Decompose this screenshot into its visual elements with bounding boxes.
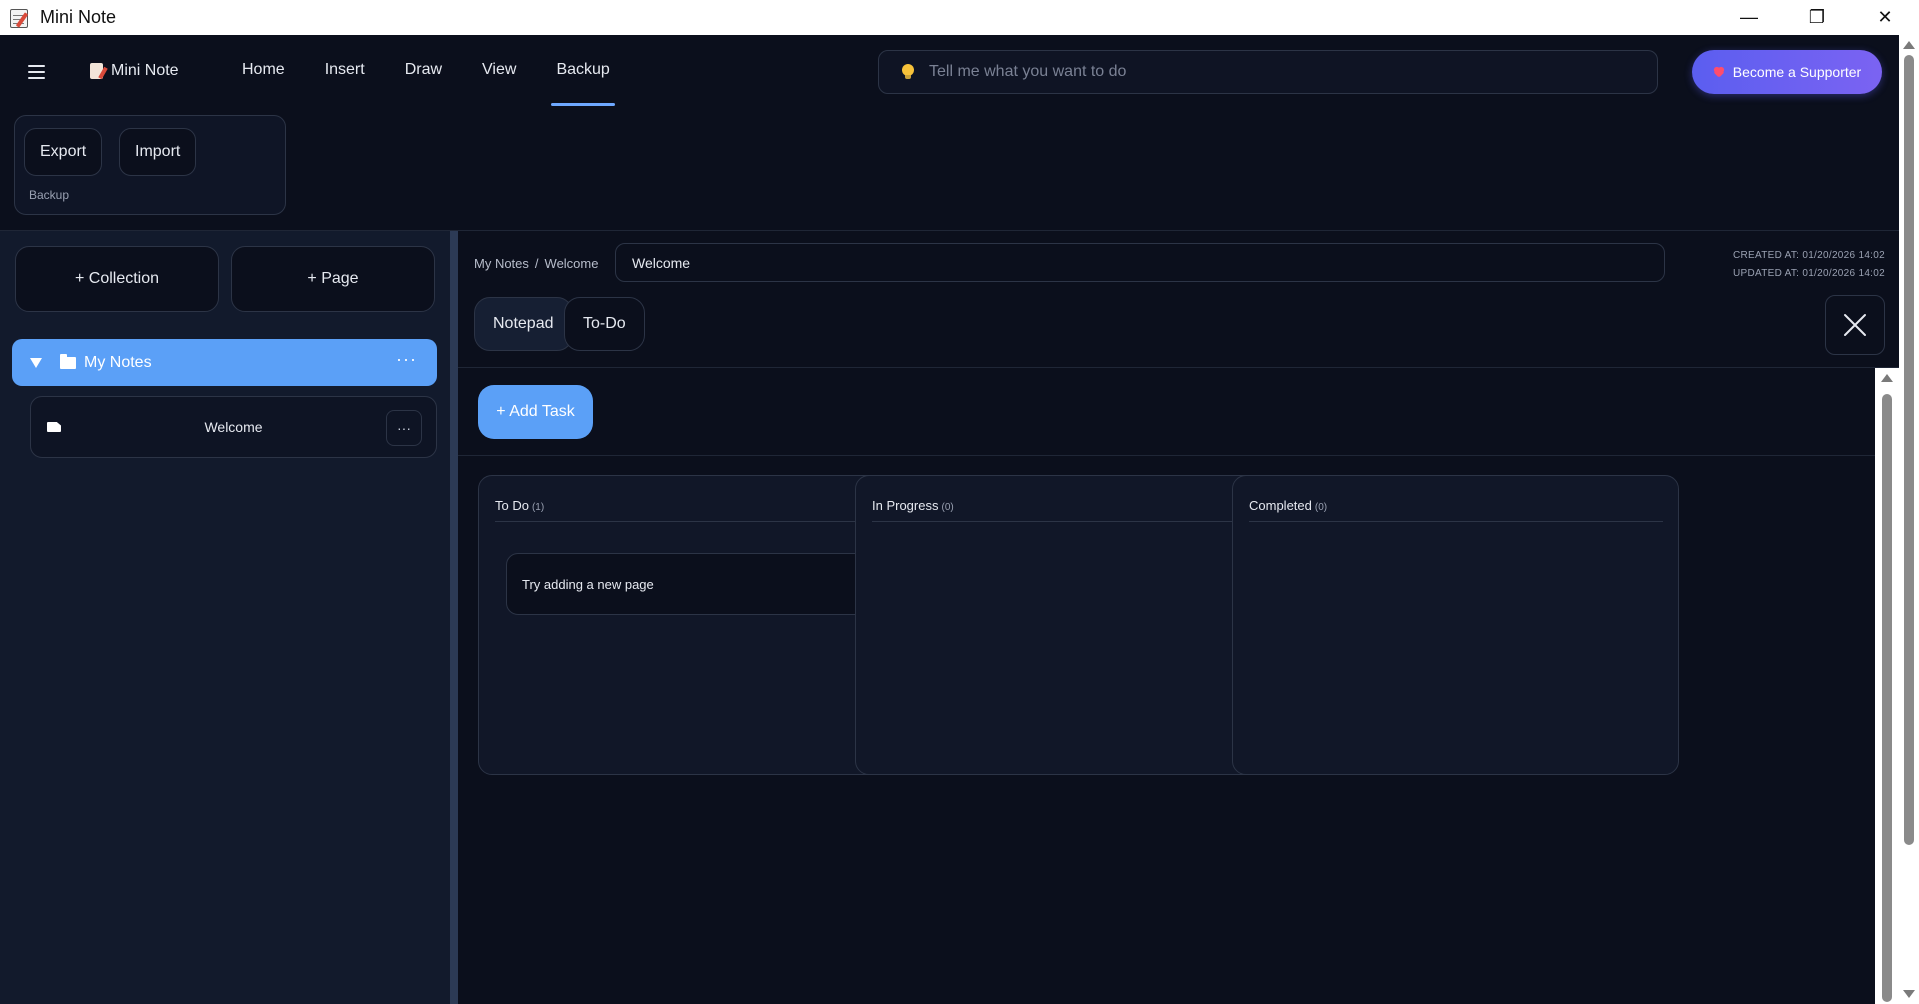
app-header: Mini Note Home Insert Draw View Backup B… <box>0 35 1899 115</box>
scroll-up-arrow-icon[interactable] <box>1903 41 1915 49</box>
tab-backup[interactable]: Backup <box>536 35 629 115</box>
tab-home[interactable]: Home <box>222 35 305 115</box>
supporter-label: Become a Supporter <box>1732 64 1862 80</box>
notepad-app-icon <box>8 6 32 30</box>
ribbon-tabs: Home Insert Draw View Backup <box>222 35 630 115</box>
add-page-button[interactable]: + Page <box>231 246 435 312</box>
column-title: In Progress <box>872 498 939 513</box>
sidebar-page-welcome[interactable]: Welcome ··· <box>30 396 437 458</box>
column-title: To Do <box>495 498 529 513</box>
folder-icon <box>60 353 76 369</box>
board-divider <box>458 455 1875 456</box>
page-label: Welcome <box>204 419 263 435</box>
sidebar: + Collection + Page My Notes ··· Welcome… <box>0 231 450 1004</box>
tab-todo[interactable]: To-Do <box>564 297 645 351</box>
tab-view[interactable]: View <box>462 35 536 115</box>
scrollbar-thumb[interactable] <box>1882 394 1892 1002</box>
task-card[interactable]: Try adding a new page <box>506 553 898 615</box>
sidebar-resize-handle[interactable] <box>450 231 458 1004</box>
collection-more-button[interactable]: ··· <box>396 349 417 370</box>
tab-notepad[interactable]: Notepad <box>474 297 573 351</box>
restore-button[interactable]: ❐ <box>1783 0 1851 35</box>
breadcrumb-separator: / <box>534 256 539 271</box>
content-scrollbar[interactable] <box>1875 368 1899 1004</box>
hamburger-menu-icon[interactable] <box>28 65 45 79</box>
become-supporter-button[interactable]: Become a Supporter <box>1692 50 1882 94</box>
brand: Mini Note <box>90 62 179 80</box>
lightbulb-icon <box>901 64 915 80</box>
column-count: (1) <box>531 502 545 513</box>
breadcrumb-page[interactable]: Welcome <box>545 256 599 271</box>
note-logo-icon <box>90 63 103 79</box>
updated-at: UPDATED AT: 01/20/2026 14:02 <box>1732 268 1885 279</box>
column-completed: Completed (0) <box>1232 475 1679 775</box>
scroll-down-arrow-icon[interactable] <box>1903 990 1915 998</box>
add-collection-button[interactable]: + Collection <box>15 246 219 312</box>
ribbon-group-label: Backup <box>29 188 70 202</box>
import-button[interactable]: Import <box>119 128 197 176</box>
close-icon <box>1844 314 1866 336</box>
column-count: (0) <box>941 502 954 513</box>
ribbon-backup-group: Export Import Backup <box>14 115 286 215</box>
page-more-button[interactable]: ··· <box>386 410 422 446</box>
breadcrumb-collection[interactable]: My Notes <box>474 256 529 271</box>
collection-label: My Notes <box>84 353 152 371</box>
column-header: To Do (1) <box>495 498 909 522</box>
column-header: In Progress (0) <box>872 498 1286 522</box>
search-input[interactable] <box>929 63 1629 81</box>
scrollbar-thumb[interactable] <box>1904 55 1914 845</box>
breadcrumb: My Notes / Welcome <box>474 256 598 271</box>
minimize-button[interactable]: — <box>1715 0 1783 35</box>
window-controls: — ❐ ✕ <box>1715 0 1919 35</box>
caret-down-icon[interactable] <box>30 357 42 368</box>
column-title: Completed <box>1249 498 1312 513</box>
add-task-button[interactable]: + Add Task <box>478 385 593 439</box>
column-count: (0) <box>1314 502 1328 513</box>
tab-draw[interactable]: Draw <box>385 35 462 115</box>
export-button[interactable]: Export <box>24 128 103 176</box>
window-title: Mini Note <box>40 7 117 27</box>
page-title-input[interactable] <box>615 243 1665 282</box>
scroll-up-arrow-icon[interactable] <box>1881 374 1893 382</box>
sidebar-collection-my-notes[interactable]: My Notes ··· <box>12 339 437 386</box>
window-title-bar: Mini Note — ❐ ✕ <box>0 0 1919 35</box>
created-at: CREATED AT: 01/20/2026 14:02 <box>1732 250 1885 261</box>
close-page-button[interactable] <box>1825 295 1885 355</box>
brand-name: Mini Note <box>111 62 179 79</box>
window-scrollbar[interactable] <box>1899 35 1919 1004</box>
page-timestamps: CREATED AT: 01/20/2026 14:02 UPDATED AT:… <box>1733 247 1885 283</box>
command-search <box>878 50 1658 94</box>
column-header: Completed (0) <box>1249 498 1663 522</box>
todo-board: + Add Task To Do (1) Try adding a new pag… <box>458 368 1875 1004</box>
close-window-button[interactable]: ✕ <box>1851 0 1919 35</box>
main-content: My Notes / Welcome CREATED AT: 01/20/202… <box>458 231 1899 1004</box>
tab-insert[interactable]: Insert <box>305 35 385 115</box>
heart-icon <box>1710 64 1727 81</box>
